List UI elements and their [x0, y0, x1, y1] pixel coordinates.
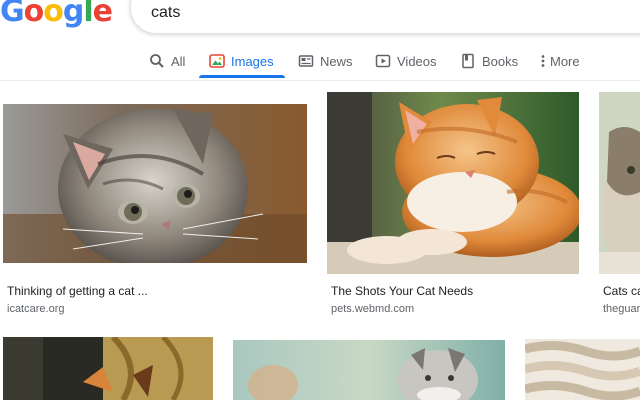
tab-all[interactable]: All: [149, 44, 185, 78]
google-logo[interactable]: Google: [0, 0, 113, 34]
search-box[interactable]: [130, 0, 640, 34]
news-icon: [298, 53, 314, 69]
result-thumbnail[interactable]: [327, 92, 579, 274]
tab-label: Images: [231, 53, 274, 69]
result-source[interactable]: pets.webmd.com: [331, 303, 577, 315]
tab-label: Videos: [397, 53, 437, 69]
result-thumbnail[interactable]: [233, 340, 505, 400]
tab-label: Books: [482, 53, 519, 69]
logo-letter: e: [92, 0, 113, 29]
result-title[interactable]: Cats ca: [603, 284, 640, 298]
image-result-card[interactable]: Thinking of getting a cat ... icatcare.o…: [3, 92, 307, 322]
active-tab-indicator: [199, 75, 285, 78]
logo-letter: G: [0, 0, 25, 29]
image-result-card[interactable]: [3, 337, 213, 400]
image-result-card[interactable]: [233, 340, 505, 400]
result-title[interactable]: Thinking of getting a cat ...: [7, 284, 303, 298]
search-input[interactable]: [151, 2, 631, 24]
search-icon: [149, 53, 165, 69]
result-thumbnail[interactable]: [599, 92, 640, 274]
video-icon: [375, 53, 391, 69]
logo-letter: l: [83, 0, 93, 29]
tab-videos[interactable]: Videos: [375, 44, 437, 78]
result-source[interactable]: icatcare.org: [7, 303, 303, 315]
tab-books[interactable]: Books: [460, 44, 518, 78]
search-tabs: All Images News Videos Books More: [0, 44, 640, 80]
header-divider: [0, 80, 640, 81]
tab-label: News: [320, 53, 353, 69]
logo-letter: g: [62, 0, 85, 29]
tab-label: All: [171, 53, 186, 69]
tab-more[interactable]: More: [538, 44, 580, 78]
more-vert-icon: [538, 53, 548, 69]
logo-letter: o: [23, 0, 45, 29]
logo-letter: o: [43, 0, 64, 29]
tab-images[interactable]: Images: [209, 44, 274, 78]
book-icon: [460, 53, 476, 69]
image-result-card[interactable]: [525, 339, 640, 400]
result-thumbnail[interactable]: [3, 337, 213, 400]
result-thumbnail[interactable]: [3, 104, 307, 263]
image-result-card[interactable]: Cats ca theguar: [599, 92, 640, 322]
image-icon: [209, 53, 225, 69]
result-title[interactable]: The Shots Your Cat Needs: [331, 284, 577, 298]
result-source[interactable]: theguar: [603, 303, 640, 315]
image-result-card[interactable]: The Shots Your Cat Needs pets.webmd.com: [327, 92, 579, 322]
result-thumbnail[interactable]: [525, 339, 640, 400]
tab-news[interactable]: News: [298, 44, 353, 78]
tab-label: More: [550, 53, 580, 69]
